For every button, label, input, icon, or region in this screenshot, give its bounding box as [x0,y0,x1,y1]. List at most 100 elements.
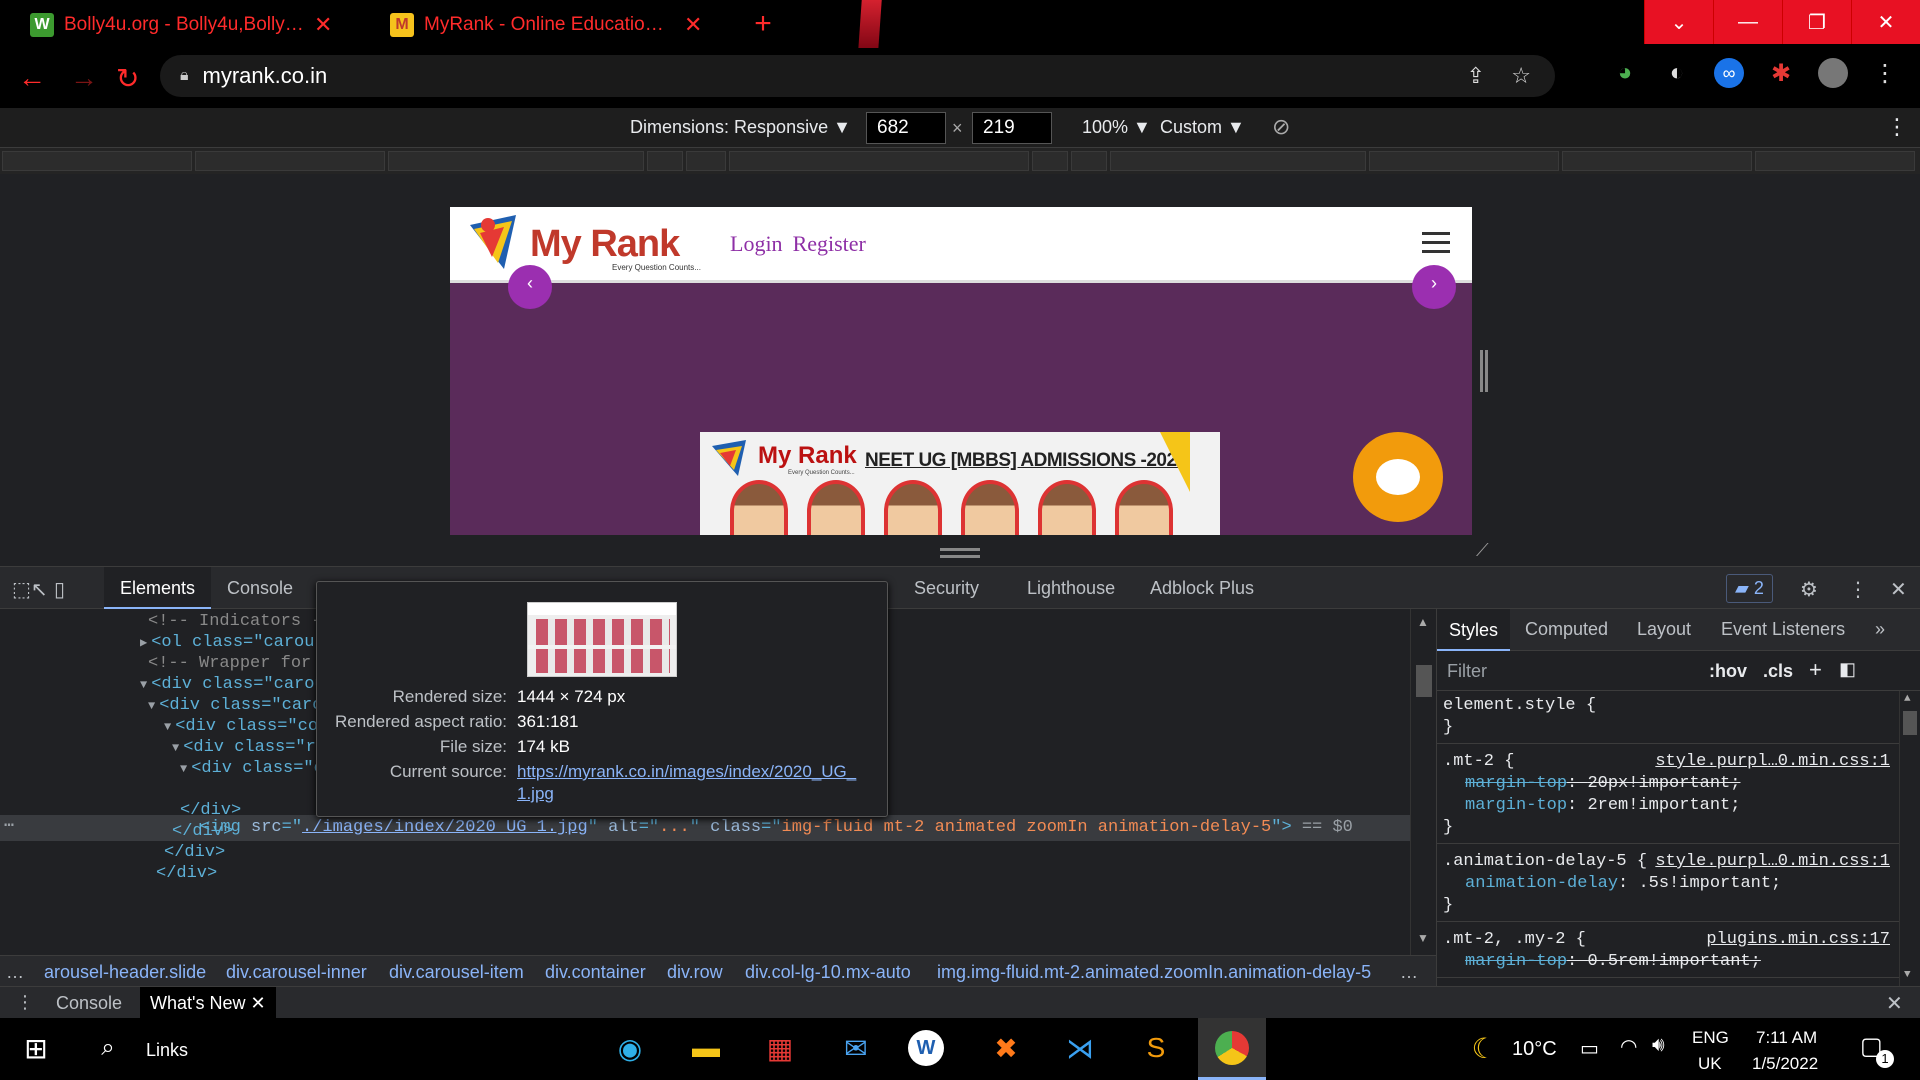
register-link[interactable]: Register [793,231,866,257]
selected-img-node[interactable]: <img src="./images/index/2020_UG_1.jpg" … [200,816,1353,840]
rule-selector[interactable]: element.style { [1443,695,1596,717]
media-query-bar[interactable] [1369,151,1559,171]
hov-toggle[interactable]: :hov [1709,661,1747,682]
scroll-down-icon[interactable]: ▼ [1904,969,1911,981]
new-tab-icon[interactable]: + [748,9,778,40]
breadcrumb-item[interactable]: div.row [667,962,723,983]
tab-lighthouse[interactable]: Lighthouse [1027,567,1115,609]
drawer-tab-console[interactable]: Console [56,993,122,1014]
close-devtools-icon[interactable]: ✕ [1890,577,1907,602]
height-input[interactable]: 219 [972,112,1052,144]
scroll-up-icon[interactable]: ▲ [1417,615,1429,629]
media-query-bar[interactable] [388,151,644,171]
dimensions-dropdown[interactable]: Dimensions: Responsive ▼ [630,117,851,138]
address-bar[interactable]: 🔒︎ myrank.co.in ⇪ ☆ [160,55,1555,97]
zoom-dropdown[interactable]: 100% ▼ [1082,117,1151,138]
width-input[interactable]: 682 [866,112,946,144]
rule-source-link[interactable]: plugins.min.css:17 [1706,929,1890,951]
clock-time[interactable]: 7:11 AM [1756,1028,1817,1048]
search-icon[interactable]: ⌕ [86,1026,130,1070]
weather-moon-icon[interactable]: ☾ [1462,1026,1506,1070]
media-query-bar[interactable] [1071,151,1107,171]
drawer-menu-icon[interactable]: ⋮ [16,992,34,1013]
vscode-icon[interactable]: ⋊ [1058,1026,1102,1070]
viewport-resize-corner-icon[interactable]: ⟋ [1476,540,1496,560]
reload-icon[interactable]: ↻ [116,62,139,95]
tab-styles[interactable]: Styles [1437,609,1511,651]
minimize-icon[interactable]: — [1713,0,1782,44]
close-drawer-icon[interactable]: ✕ [1886,991,1903,1016]
scroll-thumb[interactable] [1903,711,1917,735]
collapse-arrow-icon[interactable]: ▼ [140,678,147,692]
breadcrumb-overflow-icon[interactable]: … [6,962,24,983]
style-declaration[interactable]: animation-delay: .5s!important; [1465,873,1781,895]
collapse-arrow-icon[interactable]: ▼ [172,741,179,755]
restore-icon[interactable]: ❐ [1782,0,1851,44]
toggle-sidebar-icon[interactable]: ◧ [1839,659,1856,680]
expand-arrow-icon[interactable]: ▶ [140,636,147,650]
tab-computed[interactable]: Computed [1525,619,1608,640]
tab-console[interactable]: Console [227,567,293,609]
mail-icon[interactable]: ✉ [834,1026,878,1070]
chrome-icon[interactable] [1198,1018,1266,1080]
media-query-bar[interactable] [729,151,1029,171]
clock-date[interactable]: 1/5/2022 [1752,1054,1818,1074]
myrank-logo[interactable]: My Rank Every Question Counts... [464,211,701,277]
filter-input[interactable]: Filter [1447,661,1487,682]
media-query-bar[interactable] [195,151,385,171]
login-link[interactable]: Login [730,231,783,257]
styles-scrollbar[interactable]: ▲ ▼ [1899,691,1920,987]
dom-scrollbar[interactable]: ▲ ▼ [1410,609,1436,955]
breadcrumb-item[interactable]: div.carousel-item [389,962,524,983]
media-query-bar[interactable] [647,151,683,171]
tab-security[interactable]: Security [914,567,979,609]
dom-node-line[interactable]: </div> [156,862,217,886]
issues-counter[interactable]: ▰ 2 [1726,574,1773,603]
back-icon[interactable]: ← [18,62,46,94]
new-rule-icon[interactable]: + [1809,657,1822,683]
sublime-text-icon[interactable]: S [1134,1026,1178,1070]
volume-icon[interactable]: 🔊︎ [1652,1034,1665,1057]
weather-temp[interactable]: 10°C [1512,1038,1557,1061]
settings-gear-icon[interactable]: ⚙ [1800,577,1818,602]
rotate-icon[interactable]: ⊘ [1272,114,1290,140]
breadcrumb-item[interactable]: div.carousel-inner [226,962,367,983]
device-toggle-icon[interactable]: ▯ [54,577,65,602]
extension-infinity-icon[interactable]: ∞ [1714,58,1744,88]
scroll-up-icon[interactable]: ▲ [1904,693,1911,705]
viewport-resize-handle-right[interactable] [1480,350,1488,392]
close-window-icon[interactable]: ✕ [1851,0,1920,44]
collapse-arrow-icon[interactable]: ▼ [148,699,155,713]
windows-start-icon[interactable]: ⊞ [14,1026,58,1070]
extensions-puzzle-icon[interactable]: ✱ [1766,58,1796,88]
more-tabs-icon[interactable]: » [1875,619,1885,640]
rule-selector[interactable]: .mt-2 { [1443,751,1514,773]
source-link-cont[interactable]: 1.jpg [517,784,554,804]
tab-event-listeners[interactable]: Event Listeners [1721,619,1845,640]
media-query-bar[interactable] [1110,151,1366,171]
bookmark-star-icon[interactable]: ☆ [1511,63,1531,89]
share-icon[interactable]: ⇪ [1467,63,1485,89]
source-link[interactable]: https://myrank.co.in/images/index/2020_U… [517,762,856,781]
cls-toggle[interactable]: .cls [1763,661,1793,682]
tab-myrank[interactable]: M MyRank - Online Education Portal ✕ [380,6,712,44]
file-explorer-icon[interactable]: ▬ [684,1026,728,1070]
media-query-bar[interactable] [1032,151,1068,171]
row-ellipsis-icon[interactable]: ⋯ [4,815,14,839]
media-query-bar[interactable] [2,151,192,171]
menu-kebab-icon[interactable]: ⋮ [1870,58,1900,88]
breadcrumb-item[interactable]: arousel-header.slide [44,962,206,983]
extension-globe-icon[interactable]: ◕ [1610,58,1640,88]
tab-elements[interactable]: Elements [104,567,212,609]
inspect-element-icon[interactable]: ⬚↖ [12,577,48,602]
wifi-icon[interactable]: ◠ [1620,1034,1637,1059]
dom-node-line[interactable]: ▼ <div class="co [180,757,334,781]
tab-adblock-plus[interactable]: Adblock Plus [1150,567,1254,609]
collapse-arrow-icon[interactable]: ▼ [164,720,171,734]
media-query-bar[interactable] [1562,151,1752,171]
breadcrumb-item[interactable]: div.col-lg-10.mx-auto [745,962,911,983]
style-declaration[interactable]: margin-top: 2rem!important; [1465,795,1740,817]
carousel-prev-icon[interactable]: ‹ [508,265,552,309]
store-icon[interactable]: ▦ [758,1026,802,1070]
forward-icon[interactable]: → [70,62,98,94]
